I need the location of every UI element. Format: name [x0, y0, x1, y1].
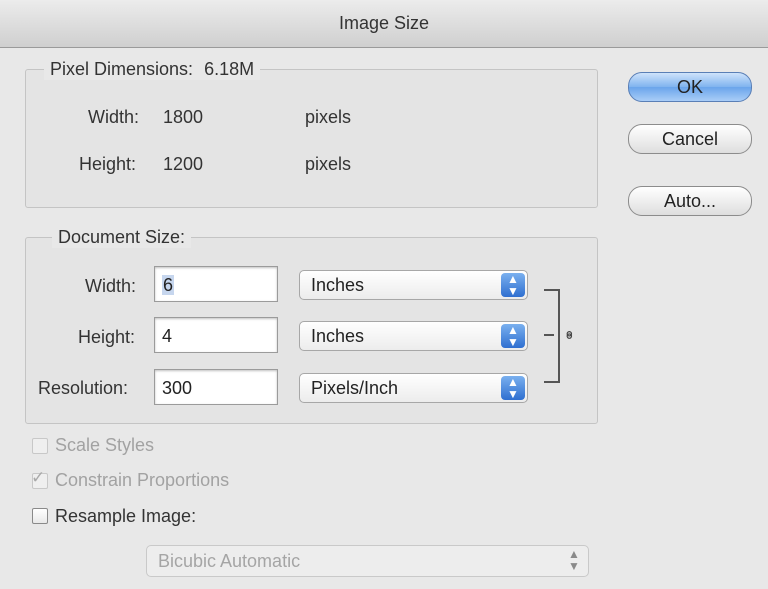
doc-width-value: 6	[162, 275, 175, 295]
pixel-dimensions-label: Pixel Dimensions:	[50, 59, 194, 79]
constrain-link-stub	[544, 334, 554, 336]
ok-button[interactable]: OK	[628, 72, 752, 102]
up-down-arrows-icon: ▲ ▼	[501, 376, 525, 400]
constrain-link-bracket	[544, 289, 560, 383]
resample-image-label: Resample Image:	[55, 506, 197, 526]
pixel-dimensions-group	[25, 69, 598, 208]
pixel-height-label: Height:	[79, 154, 137, 174]
pixel-width-label: Width:	[88, 107, 140, 127]
pixel-dimensions-size: 6.18M	[204, 59, 255, 79]
doc-height-unit-value: Inches	[311, 326, 365, 346]
up-down-arrows-icon: ▲ ▼	[501, 324, 525, 348]
pixel-width-unit: pixels	[305, 107, 352, 127]
resolution-label: Resolution:	[38, 378, 129, 398]
pixel-height-value: 1200	[163, 154, 204, 174]
up-down-arrows-icon: ▲ ▼	[501, 273, 525, 297]
doc-width-label: Width:	[85, 276, 137, 296]
resolution-unit-value: Pixels/Inch	[311, 378, 399, 398]
resample-method-select[interactable]: Bicubic Automatic ▲ ▼	[146, 545, 589, 577]
pixel-height-unit: pixels	[305, 154, 352, 174]
auto-button[interactable]: Auto...	[628, 186, 752, 216]
resample-image-checkbox[interactable]	[32, 508, 48, 524]
resolution-value: 300	[162, 378, 193, 398]
doc-height-unit-select[interactable]: Inches ▲ ▼	[299, 321, 528, 351]
doc-width-unit-select[interactable]: Inches ▲ ▼	[299, 270, 528, 300]
doc-height-label: Height:	[78, 327, 136, 347]
pixel-dimensions-legend: Pixel Dimensions: 6.18M	[44, 59, 261, 80]
doc-width-unit-value: Inches	[311, 275, 365, 295]
pixel-width-value: 1800	[163, 107, 204, 127]
scale-styles-checkbox[interactable]	[32, 438, 48, 454]
resample-method-value: Bicubic Automatic	[158, 551, 301, 571]
chain-link-icon: ⚭	[559, 328, 577, 342]
constrain-proportions-label: Constrain Proportions	[55, 470, 230, 490]
dialog-title: Image Size	[0, 0, 768, 48]
cancel-button[interactable]: Cancel	[628, 124, 752, 154]
up-down-arrows-icon: ▲ ▼	[568, 547, 580, 573]
resolution-input[interactable]: 300	[154, 369, 278, 405]
resolution-unit-select[interactable]: Pixels/Inch ▲ ▼	[299, 373, 528, 403]
document-size-legend: Document Size:	[52, 227, 192, 248]
scale-styles-label: Scale Styles	[55, 435, 155, 455]
checkmark-icon: ✓	[31, 468, 46, 487]
image-size-dialog: Image Size Pixel Dimensions: 6.18M Width…	[0, 0, 768, 589]
doc-height-input[interactable]: 4	[154, 317, 278, 353]
doc-width-input[interactable]: 6	[154, 266, 278, 302]
doc-height-value: 4	[162, 326, 173, 346]
